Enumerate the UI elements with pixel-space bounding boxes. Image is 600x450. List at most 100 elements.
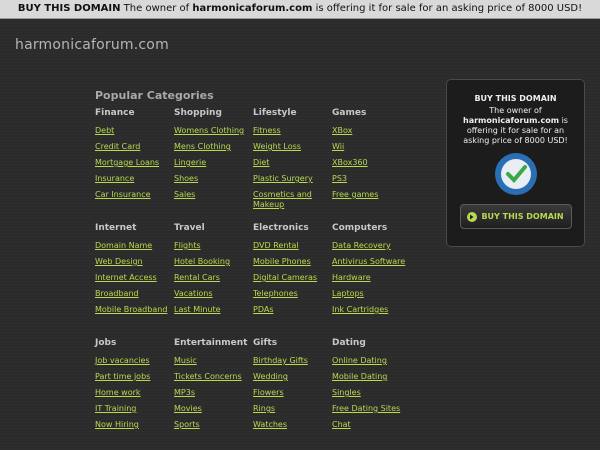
category-link[interactable]: Lingerie bbox=[174, 158, 254, 168]
category-link[interactable]: Rental Cars bbox=[174, 273, 254, 283]
category-link[interactable]: Womens Clothing bbox=[174, 126, 254, 136]
category-link[interactable]: Insurance bbox=[95, 174, 175, 184]
category-link[interactable]: Laptops bbox=[332, 289, 412, 299]
category-link[interactable]: Online Dating bbox=[332, 356, 412, 366]
buy-domain-button[interactable]: BUY THIS DOMAIN bbox=[459, 204, 572, 229]
category-link[interactable]: PS3 bbox=[332, 174, 412, 184]
category-link[interactable]: Domain Name bbox=[95, 241, 175, 251]
category-link[interactable]: Hotel Booking bbox=[174, 257, 254, 267]
category-links: Domain Name Web Design Internet Access Broa… bbox=[95, 241, 175, 315]
category-link[interactable]: Movies bbox=[174, 404, 254, 414]
category-link[interactable]: Weight Loss bbox=[253, 142, 333, 152]
category-link[interactable]: Antivirus Software bbox=[332, 257, 412, 267]
arrow-right-icon bbox=[467, 211, 478, 222]
category-link[interactable]: Diet bbox=[253, 158, 333, 168]
category-link[interactable]: Free games bbox=[332, 190, 412, 200]
category-link[interactable]: XBox bbox=[332, 126, 412, 136]
category-links: Music Tickets Concerns MP3s Movies Sports bbox=[174, 356, 254, 430]
category-link[interactable]: Digital Cameras bbox=[253, 273, 333, 283]
category-column: Internet Domain Name Web Design Internet Ac… bbox=[95, 221, 175, 321]
top-banner: BUY THIS DOMAIN The owner of harmonicafo… bbox=[0, 0, 600, 19]
top-banner-post: is offering it for sale for an asking pr… bbox=[315, 3, 583, 14]
category-column: Travel Flights Hotel Booking Rental Cars Vac… bbox=[174, 221, 254, 321]
category-column: Games XBox Wii XBox360 PS3 Free games bbox=[332, 106, 412, 206]
category-column: Electronics DVD Rental Mobile Phones Digita… bbox=[253, 221, 333, 321]
category-link[interactable]: Data Recovery bbox=[332, 241, 412, 251]
category-links: Fitness Weight Loss Diet Plastic Surgery Cos… bbox=[253, 126, 333, 210]
popular-categories-heading: Popular Categories bbox=[95, 89, 214, 102]
category-link[interactable]: Mens Clothing bbox=[174, 142, 254, 152]
category-link[interactable]: XBox360 bbox=[332, 158, 412, 168]
category-link[interactable]: Singles bbox=[332, 388, 412, 398]
safe-buyer-seal-icon bbox=[494, 152, 538, 196]
category-column: Gifts Birthday Gifts Wedding Flowers Rings Wa… bbox=[253, 336, 333, 436]
top-banner-domain: harmonicaforum.com bbox=[192, 3, 313, 14]
category-column: Entertainment Music Tickets Concerns MP3s Mo… bbox=[174, 336, 254, 436]
category-heading: Jobs bbox=[95, 338, 117, 348]
category-link[interactable]: Shoes bbox=[174, 174, 254, 184]
category-link[interactable]: Debt bbox=[95, 126, 175, 136]
category-link[interactable]: Telephones bbox=[253, 289, 333, 299]
category-link[interactable]: Tickets Concerns bbox=[174, 372, 254, 382]
category-heading: Dating bbox=[332, 338, 366, 348]
category-links: XBox Wii XBox360 PS3 Free games bbox=[332, 126, 412, 200]
category-heading: Travel bbox=[174, 223, 205, 233]
category-link[interactable]: Wedding bbox=[253, 372, 333, 382]
category-link[interactable]: Vacations bbox=[174, 289, 254, 299]
category-column: Jobs Job vacancies Part time jobs Home work… bbox=[95, 336, 175, 436]
category-column: Lifestyle Fitness Weight Loss Diet Plastic S… bbox=[253, 106, 333, 216]
category-link[interactable]: Web Design bbox=[95, 257, 175, 267]
category-link[interactable]: Mobile Broadband bbox=[95, 305, 175, 315]
category-link[interactable]: Mobile Phones bbox=[253, 257, 333, 267]
category-heading: Gifts bbox=[253, 338, 278, 348]
buy-button-label: BUY THIS DOMAIN bbox=[481, 212, 564, 221]
category-heading: Entertainment bbox=[174, 338, 248, 348]
category-link[interactable]: Part time jobs bbox=[95, 372, 175, 382]
category-link[interactable]: Credit Card bbox=[95, 142, 175, 152]
category-link[interactable]: Free Dating Sites bbox=[332, 404, 412, 414]
category-link[interactable]: Job vacancies bbox=[95, 356, 175, 366]
category-link[interactable]: Hardware bbox=[332, 273, 412, 283]
site-title: harmonicaforum.com bbox=[15, 37, 169, 53]
category-link[interactable]: Cosmetics and Makeup bbox=[253, 190, 333, 210]
category-link[interactable]: Broadband bbox=[95, 289, 175, 299]
category-link[interactable]: MP3s bbox=[174, 388, 254, 398]
category-link[interactable]: Mobile Dating bbox=[332, 372, 412, 382]
category-link[interactable]: Chat bbox=[332, 420, 412, 430]
category-link[interactable]: Car Insurance bbox=[95, 190, 175, 200]
category-link[interactable]: Flights bbox=[174, 241, 254, 251]
category-links: Birthday Gifts Wedding Flowers Rings Watches bbox=[253, 356, 333, 430]
category-links: Debt Credit Card Mortgage Loans Insurance Ca… bbox=[95, 126, 175, 200]
category-link[interactable]: Birthday Gifts bbox=[253, 356, 333, 366]
category-link[interactable]: Ink Cartridges bbox=[332, 305, 412, 315]
category-link[interactable]: Wii bbox=[332, 142, 412, 152]
category-link[interactable]: Mortgage Loans bbox=[95, 158, 175, 168]
category-link[interactable]: Music bbox=[174, 356, 254, 366]
category-link[interactable]: IT Training bbox=[95, 404, 175, 414]
category-column: Dating Online Dating Mobile Dating Singles F… bbox=[332, 336, 412, 436]
category-link[interactable]: Plastic Surgery bbox=[253, 174, 333, 184]
category-link[interactable]: Home work bbox=[95, 388, 175, 398]
category-link[interactable]: Sports bbox=[174, 420, 254, 430]
category-link[interactable]: DVD Rental bbox=[253, 241, 333, 251]
buy-domain-box: BUY THIS DOMAIN The owner of harmonicafo… bbox=[446, 79, 585, 247]
category-link[interactable]: Sales bbox=[174, 190, 254, 200]
category-links: Data Recovery Antivirus Software Hardware L… bbox=[332, 241, 412, 315]
category-column: Shopping Womens Clothing Mens Clothing Ling… bbox=[174, 106, 254, 206]
category-heading: Finance bbox=[95, 108, 135, 118]
category-link[interactable]: Internet Access bbox=[95, 273, 175, 283]
category-link[interactable]: Now Hiring bbox=[95, 420, 175, 430]
category-link[interactable]: Rings bbox=[253, 404, 333, 414]
category-links: DVD Rental Mobile Phones Digital Cameras Te… bbox=[253, 241, 333, 315]
top-banner-buy-label[interactable]: BUY THIS DOMAIN bbox=[18, 3, 121, 14]
category-link[interactable]: PDAs bbox=[253, 305, 333, 315]
category-column: Computers Data Recovery Antivirus Software… bbox=[332, 221, 412, 321]
category-link[interactable]: Flowers bbox=[253, 388, 333, 398]
category-links: Flights Hotel Booking Rental Cars Vacations… bbox=[174, 241, 254, 315]
category-link[interactable]: Watches bbox=[253, 420, 333, 430]
category-heading: Electronics bbox=[253, 223, 309, 233]
buy-box-domain: harmonicaforum.com bbox=[463, 116, 560, 125]
category-link[interactable]: Fitness bbox=[253, 126, 333, 136]
category-link[interactable]: Last Minute bbox=[174, 305, 254, 315]
buy-box-pre: The owner of bbox=[489, 106, 542, 115]
